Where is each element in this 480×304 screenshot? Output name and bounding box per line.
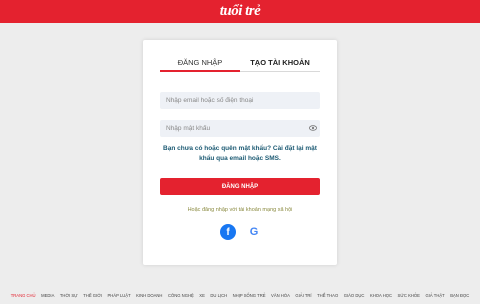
google-login-button[interactable]: G [246, 224, 262, 240]
social-login-label: Hoặc đăng nhập với tài khoản mạng xã hội [187, 207, 293, 213]
login-button[interactable]: ĐĂNG NHẬP [160, 178, 320, 195]
tab-login[interactable]: ĐĂNG NHẬP [160, 56, 240, 72]
google-icon: G [249, 226, 259, 238]
footer-nav-item[interactable]: GIÁO DỤC [344, 293, 365, 298]
footer-nav-item[interactable]: TRANG CHỦ [11, 293, 36, 298]
footer-nav-item[interactable]: MEDIA [41, 293, 54, 298]
top-bar: tuổi trẻ [0, 0, 480, 23]
footer-nav-item[interactable]: SỨC KHỎE [398, 293, 420, 298]
password-input[interactable] [160, 120, 320, 137]
facebook-icon: f [226, 226, 230, 238]
footer-nav-item[interactable]: NHỊP SỐNG TRẺ [233, 293, 266, 298]
facebook-login-button[interactable]: f [220, 224, 236, 240]
footer-nav-item[interactable]: VĂN HÓA [271, 293, 290, 298]
site-logo[interactable]: tuổi trẻ [220, 4, 261, 19]
footer-nav-item[interactable]: THỂ THAO [317, 293, 338, 298]
forgot-password-text: Bạn chưa có hoặc quên mật khẩu? Cài đặt … [160, 144, 320, 164]
footer-nav-item[interactable]: KINH DOANH [136, 293, 162, 298]
forgot-password-prefix: Bạn chưa có hoặc quên mật khẩu? [163, 145, 272, 152]
footer-nav-item[interactable]: CÔNG NGHỆ [168, 293, 194, 298]
footer-nav: TRANG CHỦ MEDIA THỜI SỰ THẾ GIỚI PHÁP LU… [0, 289, 480, 301]
auth-tabs: ĐĂNG NHẬP TẠO TÀI KHOẢN [160, 56, 320, 72]
footer-nav-item[interactable]: GIẢ THẬT [425, 293, 444, 298]
login-card: ĐĂNG NHẬP TẠO TÀI KHOẢN Bạn chưa có hoặc… [143, 40, 337, 265]
footer-nav-item[interactable]: PHÁP LUẬT [107, 293, 130, 298]
footer-nav-item[interactable]: BẠN ĐỌC [450, 293, 469, 298]
footer-nav-item[interactable]: THỜI SỰ [60, 293, 78, 298]
footer-nav-item[interactable]: XE [199, 293, 205, 298]
email-input[interactable] [160, 92, 320, 109]
footer-nav-item[interactable]: THẾ GIỚI [83, 293, 102, 298]
footer-nav-item[interactable]: DU LỊCH [210, 293, 227, 298]
tab-register[interactable]: TẠO TÀI KHOẢN [240, 56, 320, 71]
eye-icon[interactable] [309, 125, 317, 131]
footer-nav-item[interactable]: GIẢI TRÍ [295, 293, 311, 298]
footer-nav-item[interactable]: KHOA HỌC [370, 293, 392, 298]
